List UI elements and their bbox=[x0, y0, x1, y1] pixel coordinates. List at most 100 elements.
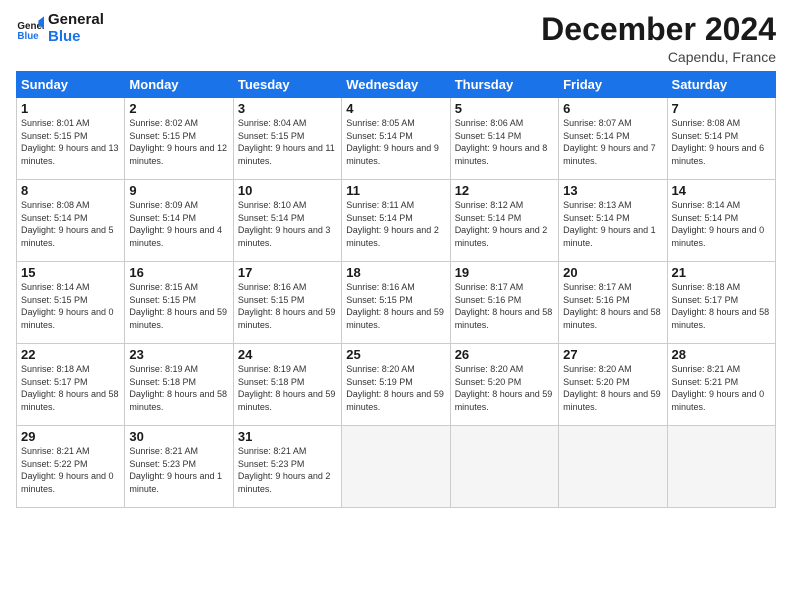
day-number: 29 bbox=[21, 429, 120, 444]
day-detail: Sunrise: 8:19 AMSunset: 5:18 PMDaylight:… bbox=[238, 364, 336, 412]
day-number: 4 bbox=[346, 101, 445, 116]
day-number: 5 bbox=[455, 101, 554, 116]
day-detail: Sunrise: 8:13 AMSunset: 5:14 PMDaylight:… bbox=[563, 200, 656, 248]
logo: General Blue General Blue bbox=[16, 12, 104, 45]
day-detail: Sunrise: 8:07 AMSunset: 5:14 PMDaylight:… bbox=[563, 118, 656, 166]
col-monday: Monday bbox=[125, 72, 233, 98]
table-row: 24 Sunrise: 8:19 AMSunset: 5:18 PMDaylig… bbox=[233, 344, 341, 426]
day-number: 21 bbox=[672, 265, 771, 280]
day-number: 27 bbox=[563, 347, 662, 362]
day-number: 6 bbox=[563, 101, 662, 116]
day-number: 14 bbox=[672, 183, 771, 198]
day-number: 12 bbox=[455, 183, 554, 198]
day-number: 7 bbox=[672, 101, 771, 116]
table-row: 19 Sunrise: 8:17 AMSunset: 5:16 PMDaylig… bbox=[450, 262, 558, 344]
day-detail: Sunrise: 8:21 AMSunset: 5:21 PMDaylight:… bbox=[672, 364, 765, 412]
day-detail: Sunrise: 8:14 AMSunset: 5:15 PMDaylight:… bbox=[21, 282, 114, 330]
day-number: 3 bbox=[238, 101, 337, 116]
day-detail: Sunrise: 8:20 AMSunset: 5:20 PMDaylight:… bbox=[455, 364, 553, 412]
day-detail: Sunrise: 8:02 AMSunset: 5:15 PMDaylight:… bbox=[129, 118, 227, 166]
table-row bbox=[559, 426, 667, 508]
table-row: 6 Sunrise: 8:07 AMSunset: 5:14 PMDayligh… bbox=[559, 98, 667, 180]
table-row: 23 Sunrise: 8:19 AMSunset: 5:18 PMDaylig… bbox=[125, 344, 233, 426]
day-detail: Sunrise: 8:06 AMSunset: 5:14 PMDaylight:… bbox=[455, 118, 548, 166]
day-number: 11 bbox=[346, 183, 445, 198]
day-number: 13 bbox=[563, 183, 662, 198]
table-row: 8 Sunrise: 8:08 AMSunset: 5:14 PMDayligh… bbox=[17, 180, 125, 262]
table-row: 7 Sunrise: 8:08 AMSunset: 5:14 PMDayligh… bbox=[667, 98, 775, 180]
table-row: 9 Sunrise: 8:09 AMSunset: 5:14 PMDayligh… bbox=[125, 180, 233, 262]
day-number: 2 bbox=[129, 101, 228, 116]
day-detail: Sunrise: 8:19 AMSunset: 5:18 PMDaylight:… bbox=[129, 364, 227, 412]
day-detail: Sunrise: 8:08 AMSunset: 5:14 PMDaylight:… bbox=[672, 118, 765, 166]
table-row: 26 Sunrise: 8:20 AMSunset: 5:20 PMDaylig… bbox=[450, 344, 558, 426]
page-container: General Blue General Blue December 2024 … bbox=[0, 0, 792, 516]
table-row: 11 Sunrise: 8:11 AMSunset: 5:14 PMDaylig… bbox=[342, 180, 450, 262]
table-row: 4 Sunrise: 8:05 AMSunset: 5:14 PMDayligh… bbox=[342, 98, 450, 180]
calendar-week-row: 22 Sunrise: 8:18 AMSunset: 5:17 PMDaylig… bbox=[17, 344, 776, 426]
day-detail: Sunrise: 8:15 AMSunset: 5:15 PMDaylight:… bbox=[129, 282, 227, 330]
day-number: 19 bbox=[455, 265, 554, 280]
calendar-week-row: 8 Sunrise: 8:08 AMSunset: 5:14 PMDayligh… bbox=[17, 180, 776, 262]
day-detail: Sunrise: 8:01 AMSunset: 5:15 PMDaylight:… bbox=[21, 118, 119, 166]
day-number: 28 bbox=[672, 347, 771, 362]
col-tuesday: Tuesday bbox=[233, 72, 341, 98]
day-detail: Sunrise: 8:21 AMSunset: 5:23 PMDaylight:… bbox=[129, 446, 222, 494]
col-saturday: Saturday bbox=[667, 72, 775, 98]
table-row: 27 Sunrise: 8:20 AMSunset: 5:20 PMDaylig… bbox=[559, 344, 667, 426]
day-number: 10 bbox=[238, 183, 337, 198]
day-number: 17 bbox=[238, 265, 337, 280]
col-sunday: Sunday bbox=[17, 72, 125, 98]
day-number: 23 bbox=[129, 347, 228, 362]
col-thursday: Thursday bbox=[450, 72, 558, 98]
logo-blue: Blue bbox=[48, 29, 104, 46]
logo-icon: General Blue bbox=[16, 15, 44, 43]
logo-general: General bbox=[48, 11, 104, 28]
day-detail: Sunrise: 8:17 AMSunset: 5:16 PMDaylight:… bbox=[455, 282, 553, 330]
day-detail: Sunrise: 8:09 AMSunset: 5:14 PMDaylight:… bbox=[129, 200, 222, 248]
day-detail: Sunrise: 8:11 AMSunset: 5:14 PMDaylight:… bbox=[346, 200, 439, 248]
day-number: 22 bbox=[21, 347, 120, 362]
table-row bbox=[450, 426, 558, 508]
table-row: 1 Sunrise: 8:01 AMSunset: 5:15 PMDayligh… bbox=[17, 98, 125, 180]
day-detail: Sunrise: 8:20 AMSunset: 5:20 PMDaylight:… bbox=[563, 364, 661, 412]
table-row: 12 Sunrise: 8:12 AMSunset: 5:14 PMDaylig… bbox=[450, 180, 558, 262]
table-row: 15 Sunrise: 8:14 AMSunset: 5:15 PMDaylig… bbox=[17, 262, 125, 344]
day-detail: Sunrise: 8:17 AMSunset: 5:16 PMDaylight:… bbox=[563, 282, 661, 330]
day-number: 31 bbox=[238, 429, 337, 444]
day-number: 30 bbox=[129, 429, 228, 444]
col-friday: Friday bbox=[559, 72, 667, 98]
month-title: December 2024 bbox=[541, 12, 776, 47]
table-row: 29 Sunrise: 8:21 AMSunset: 5:22 PMDaylig… bbox=[17, 426, 125, 508]
day-number: 25 bbox=[346, 347, 445, 362]
day-detail: Sunrise: 8:20 AMSunset: 5:19 PMDaylight:… bbox=[346, 364, 444, 412]
day-detail: Sunrise: 8:21 AMSunset: 5:23 PMDaylight:… bbox=[238, 446, 331, 494]
table-row: 2 Sunrise: 8:02 AMSunset: 5:15 PMDayligh… bbox=[125, 98, 233, 180]
table-row: 14 Sunrise: 8:14 AMSunset: 5:14 PMDaylig… bbox=[667, 180, 775, 262]
day-detail: Sunrise: 8:16 AMSunset: 5:15 PMDaylight:… bbox=[346, 282, 444, 330]
day-number: 18 bbox=[346, 265, 445, 280]
calendar-table: Sunday Monday Tuesday Wednesday Thursday… bbox=[16, 71, 776, 508]
calendar-week-row: 1 Sunrise: 8:01 AMSunset: 5:15 PMDayligh… bbox=[17, 98, 776, 180]
table-row: 25 Sunrise: 8:20 AMSunset: 5:19 PMDaylig… bbox=[342, 344, 450, 426]
table-row bbox=[667, 426, 775, 508]
table-row: 21 Sunrise: 8:18 AMSunset: 5:17 PMDaylig… bbox=[667, 262, 775, 344]
title-block: December 2024 Capendu, France bbox=[541, 12, 776, 65]
day-detail: Sunrise: 8:04 AMSunset: 5:15 PMDaylight:… bbox=[238, 118, 335, 166]
day-detail: Sunrise: 8:21 AMSunset: 5:22 PMDaylight:… bbox=[21, 446, 114, 494]
day-detail: Sunrise: 8:12 AMSunset: 5:14 PMDaylight:… bbox=[455, 200, 548, 248]
calendar-week-row: 15 Sunrise: 8:14 AMSunset: 5:15 PMDaylig… bbox=[17, 262, 776, 344]
day-number: 1 bbox=[21, 101, 120, 116]
table-row bbox=[342, 426, 450, 508]
location: Capendu, France bbox=[541, 49, 776, 65]
table-row: 5 Sunrise: 8:06 AMSunset: 5:14 PMDayligh… bbox=[450, 98, 558, 180]
table-row: 10 Sunrise: 8:10 AMSunset: 5:14 PMDaylig… bbox=[233, 180, 341, 262]
day-number: 8 bbox=[21, 183, 120, 198]
table-row: 16 Sunrise: 8:15 AMSunset: 5:15 PMDaylig… bbox=[125, 262, 233, 344]
table-row: 28 Sunrise: 8:21 AMSunset: 5:21 PMDaylig… bbox=[667, 344, 775, 426]
day-number: 9 bbox=[129, 183, 228, 198]
table-row: 31 Sunrise: 8:21 AMSunset: 5:23 PMDaylig… bbox=[233, 426, 341, 508]
calendar-header-row: Sunday Monday Tuesday Wednesday Thursday… bbox=[17, 72, 776, 98]
table-row: 20 Sunrise: 8:17 AMSunset: 5:16 PMDaylig… bbox=[559, 262, 667, 344]
day-detail: Sunrise: 8:08 AMSunset: 5:14 PMDaylight:… bbox=[21, 200, 114, 248]
